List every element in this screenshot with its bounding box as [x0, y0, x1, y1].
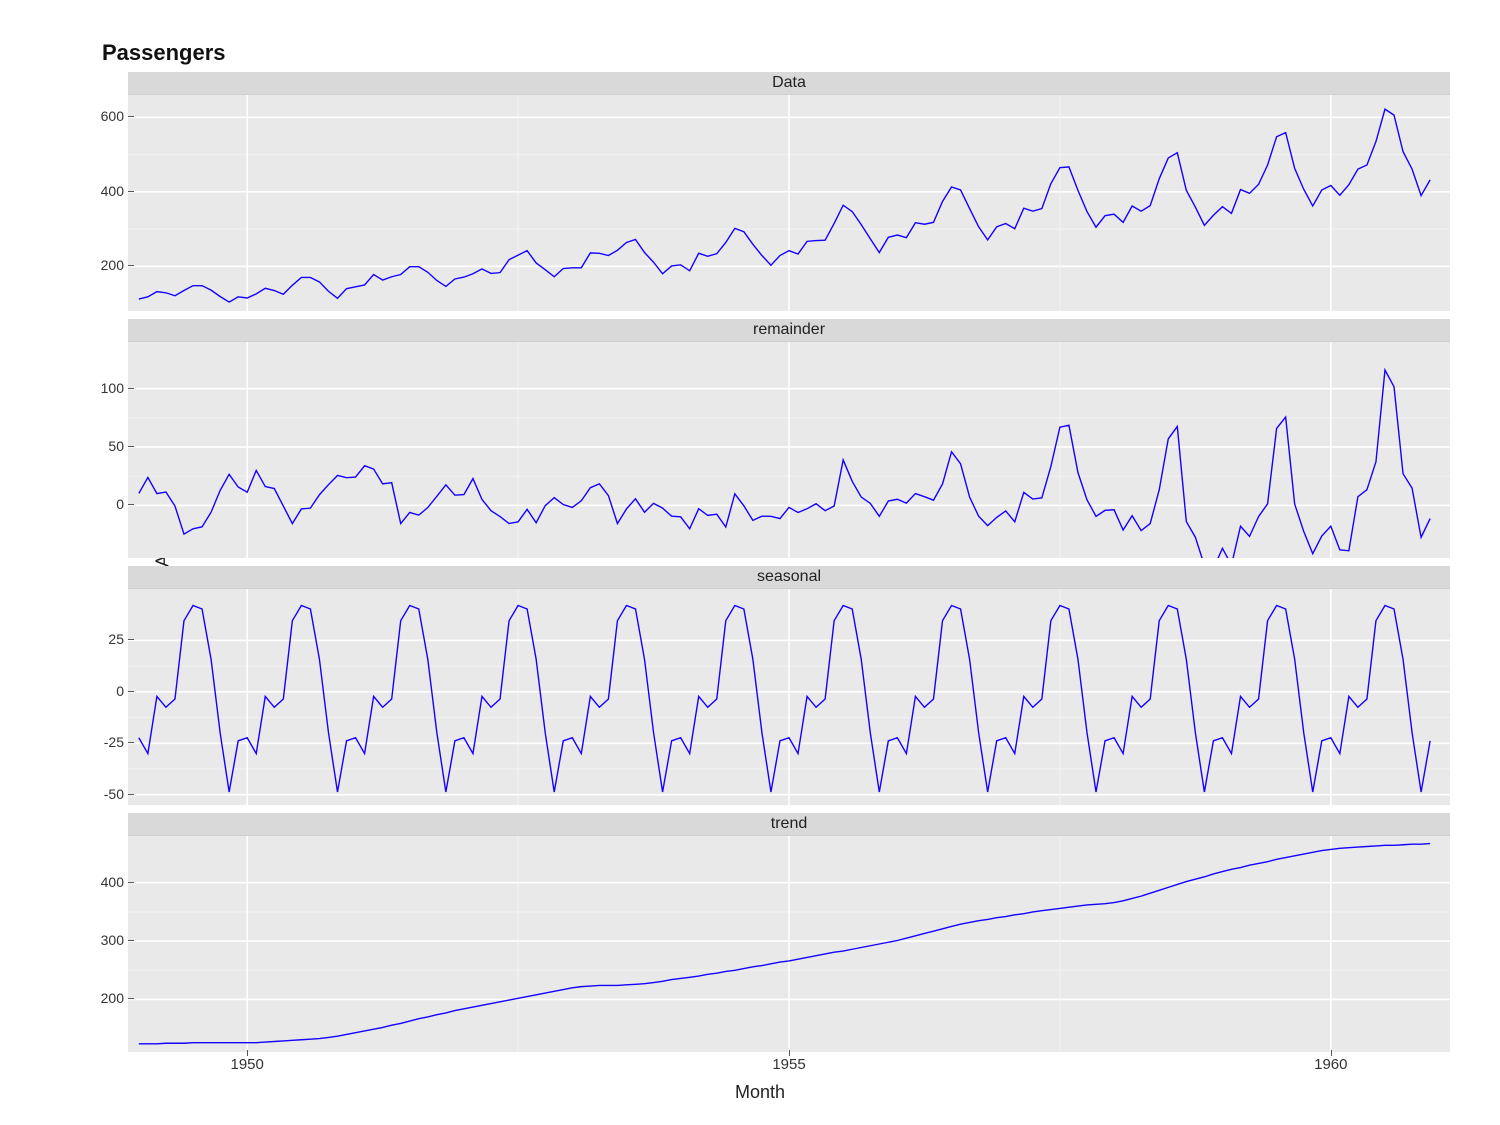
y-tick-label: 400 [101, 183, 124, 199]
facet-strip: Data [128, 72, 1450, 95]
facet-data: Data 200 400 600 [70, 72, 1450, 311]
plot-panel [128, 589, 1450, 805]
x-axis-label: Month [70, 1082, 1450, 1103]
facet-strip: seasonal [128, 566, 1450, 589]
y-tick-label: -25 [104, 734, 124, 750]
facet-stack: Data200400600remainder050100seasonal-50-… [70, 72, 1450, 1052]
plot-panel [128, 836, 1450, 1052]
facet-strip: trend [128, 813, 1450, 836]
facet-trend: trend 200 300 400 [70, 813, 1450, 1052]
y-tick-label: 50 [108, 438, 124, 454]
y-axis: 200 400 600 [70, 94, 128, 310]
facet-seasonal: seasonal -50 -25 0 25 [70, 566, 1450, 805]
y-axis: 200 300 400 [70, 835, 128, 1051]
x-tick-label: 1955 [772, 1056, 805, 1073]
plot-panel [128, 95, 1450, 311]
series-line [139, 370, 1430, 558]
y-tick-label: 25 [108, 631, 124, 647]
chart-title: Passengers [102, 40, 1450, 66]
facet-strip: remainder [128, 319, 1450, 342]
x-tick-label: 1950 [231, 1056, 264, 1073]
series-line [139, 605, 1430, 792]
y-tick-label: 300 [101, 932, 124, 948]
y-axis: 0 50 100 [70, 341, 128, 557]
facet-remainder: remainder 0 50 100 [70, 319, 1450, 558]
x-tick-label: 1960 [1314, 1056, 1347, 1073]
chart-container: Passengers Monthly Number of Airline Pas… [70, 40, 1450, 1100]
series-line [139, 109, 1430, 302]
x-axis: 1950 1955 1960 [128, 1052, 1450, 1078]
y-tick-label: 0 [116, 683, 124, 699]
y-tick-label: 400 [101, 874, 124, 890]
y-tick-label: -50 [104, 786, 124, 802]
y-tick-label: 100 [101, 380, 124, 396]
y-tick-label: 200 [101, 990, 124, 1006]
y-tick-label: 600 [101, 108, 124, 124]
y-axis: -50 -25 0 25 [70, 588, 128, 804]
y-tick-label: 200 [101, 257, 124, 273]
plot-panel [128, 342, 1450, 558]
series-line [139, 844, 1430, 1044]
y-tick-label: 0 [116, 496, 124, 512]
